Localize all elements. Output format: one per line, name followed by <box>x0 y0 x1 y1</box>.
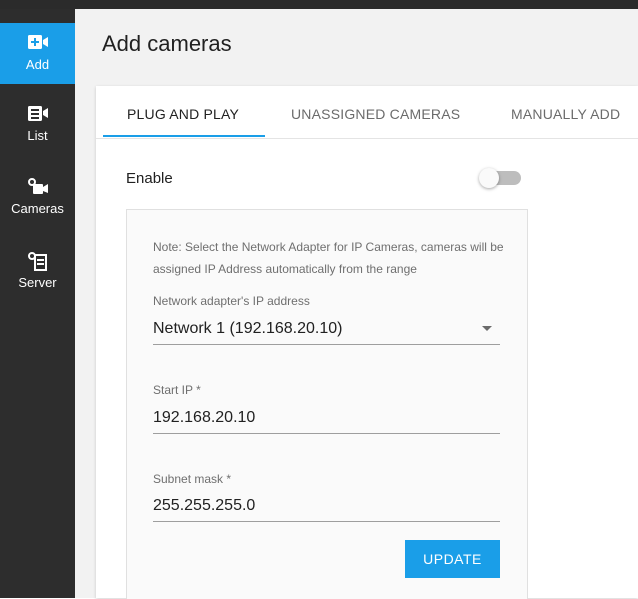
sidebar-item-cameras[interactable]: Cameras <box>0 176 75 216</box>
page-title: Add cameras <box>102 31 232 56</box>
start-ip-underline <box>153 433 500 434</box>
adapter-underline <box>153 344 500 345</box>
subnet-mask-input[interactable]: 255.255.255.0 <box>153 497 255 515</box>
sidebar-item-server[interactable]: Server <box>0 250 75 290</box>
tab-unassigned-cameras[interactable]: UNASSIGNED CAMERAS <box>291 106 460 122</box>
sidebar-item-label: Add <box>25 57 50 72</box>
camera-list-icon <box>0 103 75 125</box>
enable-label: Enable <box>126 170 173 187</box>
start-ip-label: Start IP * <box>153 383 201 397</box>
adapter-select[interactable]: Network 1 (192.168.20.10) <box>153 320 342 338</box>
start-ip-input[interactable]: 192.168.20.10 <box>153 409 255 427</box>
update-button[interactable]: UPDATE <box>405 540 500 578</box>
subnet-mask-label: Subnet mask * <box>153 472 232 486</box>
sidebar <box>0 9 75 598</box>
server-icon <box>0 250 75 272</box>
enable-toggle-thumb[interactable] <box>479 168 499 188</box>
add-camera-icon <box>0 32 75 54</box>
sidebar-item-label: Cameras <box>11 201 64 216</box>
sidebar-item-label: List <box>27 128 48 143</box>
tab-manually-add[interactable]: MANUALLY ADD <box>511 106 620 122</box>
cameras-icon <box>0 176 75 198</box>
adapter-note: Note: Select the Network Adapter for IP … <box>153 240 504 276</box>
top-bar <box>0 0 638 9</box>
sidebar-item-add[interactable]: Add <box>0 23 75 84</box>
subnet-mask-underline <box>153 521 500 522</box>
active-tab-indicator <box>103 135 265 137</box>
chevron-down-icon[interactable] <box>482 326 492 331</box>
sidebar-item-list[interactable]: List <box>0 103 75 143</box>
tab-plug-and-play[interactable]: PLUG AND PLAY <box>127 106 239 122</box>
adapter-field-label: Network adapter's IP address <box>153 294 310 308</box>
sidebar-item-label: Server <box>18 275 57 290</box>
